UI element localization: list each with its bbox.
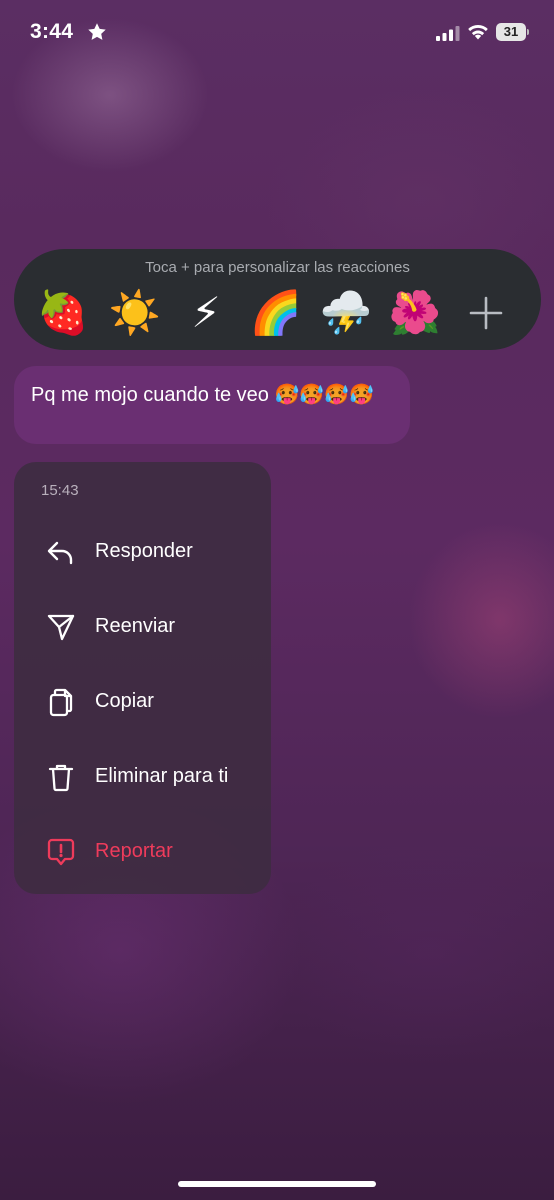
home-indicator[interactable]: [178, 1181, 376, 1187]
report-icon: [47, 838, 75, 866]
message-bubble[interactable]: Pq me mojo cuando te veo 🥵🥵🥵🥵: [14, 366, 410, 444]
battery-level: 31: [496, 23, 526, 41]
delete-label: Eliminar para ti: [95, 765, 229, 787]
battery-tip: [527, 29, 529, 35]
report-menu-item[interactable]: Reportar: [14, 821, 271, 883]
strawberry-icon[interactable]: 🍓: [35, 285, 91, 341]
status-bar: 3:44 31: [0, 0, 554, 66]
reply-icon: [47, 541, 73, 565]
status-time: 3:44: [30, 20, 74, 43]
reaction-bar: Toca + para personalizar las reacciones …: [14, 249, 541, 350]
lightning-icon[interactable]: ⚡: [178, 285, 234, 341]
hibiscus-icon[interactable]: 🌺: [387, 285, 443, 341]
copy-label: Copiar: [95, 690, 154, 712]
reply-menu-item[interactable]: Responder: [14, 521, 271, 583]
wifi-icon: [468, 24, 488, 40]
reply-label: Responder: [95, 540, 193, 562]
report-label: Reportar: [95, 840, 173, 862]
battery-indicator: 31: [496, 23, 529, 41]
cellular-signal-icon: [436, 26, 460, 41]
plus-icon[interactable]: [466, 293, 506, 333]
forward-label: Reenviar: [95, 615, 176, 637]
sun-icon[interactable]: ☀️: [107, 285, 163, 341]
rainbow-icon[interactable]: 🌈: [248, 285, 304, 341]
cloud-rain-lightning-icon[interactable]: ⛈️: [318, 285, 374, 341]
message-context-menu: 15:43 Responder Reenviar Copiar Eliminar…: [14, 462, 271, 894]
star-icon: [88, 23, 106, 40]
delete-menu-item[interactable]: Eliminar para ti: [14, 746, 271, 808]
message-timestamp: 15:43: [41, 482, 79, 499]
trash-icon: [48, 764, 74, 792]
reaction-hint: Toca + para personalizar las reacciones: [145, 259, 410, 276]
copy-menu-item[interactable]: Copiar: [14, 671, 271, 733]
message-text: Pq me mojo cuando te veo 🥵🥵🥵🥵: [31, 384, 375, 406]
forward-menu-item[interactable]: Reenviar: [14, 596, 271, 658]
send-icon: [47, 614, 75, 641]
copy-icon: [49, 688, 73, 717]
